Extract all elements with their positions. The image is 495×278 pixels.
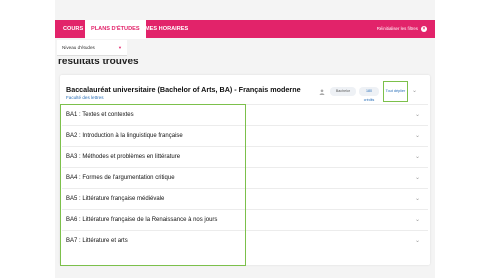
close-icon: × [421,26,427,32]
tab-mes-horaires[interactable]: MES HORAIRES [139,20,194,38]
chevron-down-icon: ⌄ [414,196,420,202]
study-level-label: Niveau d'études [62,45,95,50]
reset-filters-button[interactable]: Réinitialiser les filtres × [377,20,427,38]
credits-badge: 180 crédits [359,87,379,102]
expand-all-button[interactable]: Tout déplier [383,81,408,102]
tab-plans-etudes[interactable]: PLANS D'ÉTUDES [85,20,146,39]
reset-filters-label: Réinitialiser les filtres [376,26,418,31]
program-title[interactable]: Baccalauréat universitaire (Bachelor of … [66,85,301,94]
chevron-down-icon: ⌄ [414,217,420,223]
chevron-down-icon: ⌄ [414,112,420,118]
chevron-down-icon: ⌄ [414,133,420,139]
caret-down-icon: ▼ [118,45,122,50]
chevron-down-icon: ⌄ [414,175,420,181]
chevron-down-icon[interactable]: ⌄ [412,87,417,94]
chevron-down-icon: ⌄ [414,238,420,244]
courses-highlight-frame [60,104,246,266]
results-heading: résultats trouvés [58,59,139,67]
study-level-dropdown[interactable]: Niveau d'études ▼ [57,40,127,56]
program-faculty[interactable]: Faculté des lettres [66,95,104,100]
person-icon [319,89,325,95]
chevron-down-icon: ⌄ [414,154,420,160]
top-nav-bar: COURS PLANS D'ÉTUDES MES HORAIRES Réinit… [55,20,435,39]
level-badge: Bachelor [330,87,356,96]
